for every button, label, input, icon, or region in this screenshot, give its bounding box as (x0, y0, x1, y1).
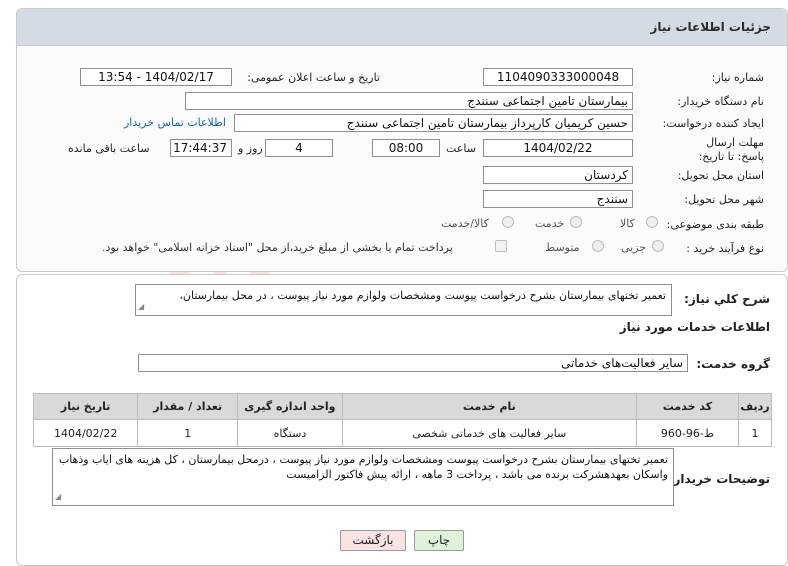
buyer-notes-text: تعمیر تختهای بیمارستان بشرح درخواست پیوس… (58, 453, 668, 481)
deadline-time-field: 08:00 (372, 139, 440, 157)
general-desc-label: شرح کلي نياز: (684, 292, 770, 306)
announce-label: تاریخ و ساعت اعلان عمومی: (247, 71, 380, 84)
remaining-label: ساعت باقی مانده (68, 142, 150, 155)
services-section-title: اطلاعات خدمات مورد نیاز (619, 320, 770, 334)
buyer-notes-label: توضیحات خریدار: (668, 472, 770, 486)
cell-service-code: ط-96-960 (635, 419, 740, 447)
col-service-code: کد خدمت (635, 393, 740, 420)
panel-header: جزئیات اطلاعات نیاز (17, 9, 787, 46)
general-desc-text: تعمیر تختهای بیمارستان بشرح درخواست پیوس… (179, 289, 666, 302)
services-table: ردیف کد خدمت نام خدمت واحد اندازه گیری ت… (32, 393, 772, 447)
category-option-goods: کالا (620, 217, 635, 230)
process-option-minor: جزیی (621, 241, 647, 254)
category-radio-goods-service[interactable] (502, 216, 514, 228)
category-radio-service[interactable] (570, 216, 582, 228)
service-group-label: گروه خدمت: (696, 357, 770, 371)
province-label: استان محل تحویل: (677, 169, 764, 182)
table-row: 1 ط-96-960 سایر فعالیت های خدماتی شخصی د… (32, 419, 772, 447)
remaining-time-field: 17:44:37 (170, 139, 232, 157)
days-label: روز و (238, 142, 263, 155)
buyer-org-field: بیمارستان تامین اجتماعی سنندج (185, 92, 633, 110)
deadline-date-field: 1404/02/22 (483, 139, 633, 157)
resize-grip-icon[interactable]: ◢ (138, 299, 144, 314)
cell-need-date: 1404/02/22 (32, 419, 139, 447)
need-number-field: 1104090333000048 (483, 68, 633, 86)
page-title: جزئیات اطلاعات نیاز (650, 20, 771, 34)
process-radio-medium[interactable] (592, 240, 604, 252)
treasury-note: پرداخت تمام یا بخشی از مبلغ خرید،از محل … (102, 241, 453, 254)
cell-quantity: 1 (137, 419, 239, 447)
announce-field: 1404/02/17 - 13:54 (80, 68, 232, 86)
process-radio-minor[interactable] (652, 240, 664, 252)
treasury-checkbox[interactable] (495, 240, 507, 252)
process-option-medium: متوسط (545, 241, 580, 254)
province-field: کردستان (483, 166, 633, 184)
category-radio-goods[interactable] (646, 216, 658, 228)
deadline-time-label: ساعت (446, 142, 476, 155)
buyer-org-label: نام دستگاه خریدار: (677, 95, 764, 108)
deadline-label: مهلت ارسال پاسخ: تا تاریخ: (698, 136, 764, 163)
service-group-field: سایر فعالیت‌های خدماتی (138, 354, 688, 372)
creator-field: حسین کریمیان کارپرداز بیمارستان تامین اج… (234, 114, 633, 132)
days-field: 4 (265, 139, 333, 157)
col-quantity: تعداد / مقدار (137, 393, 239, 420)
category-label: طبقه بندی موضوعی: (666, 218, 764, 231)
cell-service-name: سایر فعالیت های خدماتی شخصی (341, 419, 637, 447)
cell-row: 1 (738, 419, 772, 447)
services-table-header: ردیف کد خدمت نام خدمت واحد اندازه گیری ت… (32, 393, 772, 420)
col-row: ردیف (738, 393, 772, 420)
col-service-name: نام خدمت (341, 393, 637, 420)
city-label: شهر محل تحویل: (684, 193, 764, 206)
resize-grip-icon[interactable]: ◢ (55, 489, 61, 504)
general-desc-textarea[interactable]: تعمیر تختهای بیمارستان بشرح درخواست پیوس… (135, 284, 672, 316)
print-button[interactable]: چاپ (414, 530, 464, 551)
process-label: نوع فرآیند خرید : (686, 242, 764, 255)
back-button[interactable]: بازگشت (340, 530, 406, 551)
category-option-goods-service: کالا/خدمت (441, 217, 489, 230)
creator-label: ایجاد کننده درخواست: (662, 117, 764, 130)
buyer-contact-link[interactable]: اطلاعات تماس خریدار (124, 116, 226, 129)
col-unit: واحد اندازه گیری (237, 393, 343, 420)
cell-unit: دستگاه (237, 419, 343, 447)
buyer-notes-textarea[interactable]: تعمیر تختهای بیمارستان بشرح درخواست پیوس… (52, 448, 674, 506)
col-need-date: تاریخ نیاز (32, 393, 139, 420)
city-field: سنندج (483, 190, 633, 208)
need-number-label: شماره نیاز: (711, 71, 764, 84)
category-option-service: خدمت (535, 217, 565, 230)
